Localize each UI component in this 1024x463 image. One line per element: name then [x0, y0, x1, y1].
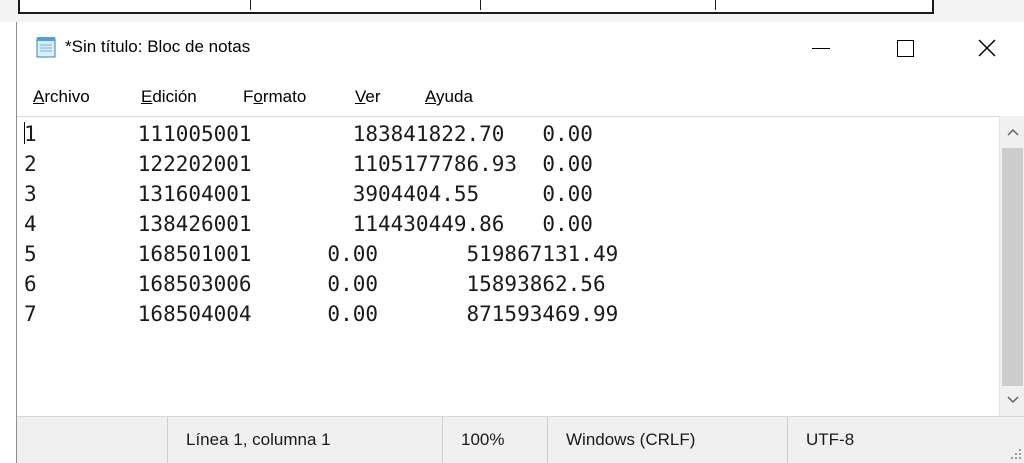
- text-line: 3 131604001 3904404.55 0.00: [24, 182, 593, 206]
- close-button[interactable]: [957, 22, 1017, 74]
- menu-archivo[interactable]: Archivo: [33, 87, 90, 107]
- maximize-icon: [896, 39, 914, 57]
- background-table-row: [18, 0, 934, 14]
- scroll-down-button[interactable]: [1000, 390, 1024, 410]
- menu-edicion[interactable]: Edición: [141, 87, 197, 107]
- background-cell-divider: [250, 0, 251, 10]
- minimize-button[interactable]: [791, 22, 851, 74]
- text-line: 7 168504004 0.00 871593469.99: [24, 302, 619, 326]
- resize-grip-icon[interactable]: [1009, 447, 1023, 461]
- status-bar: Línea 1, columna 1 100% Windows (CRLF) U…: [17, 416, 1024, 463]
- scroll-up-button[interactable]: [1000, 122, 1024, 142]
- minimize-icon: [812, 47, 830, 49]
- status-line-endings: Windows (CRLF): [547, 417, 787, 463]
- menu-formato[interactable]: Formato: [243, 87, 306, 107]
- menu-ayuda[interactable]: Ayuda: [425, 87, 473, 107]
- background-cell-divider: [480, 0, 481, 10]
- notepad-window: *Sin título: Bloc de notas Archivo Edici…: [16, 22, 1024, 463]
- window-title: *Sin título: Bloc de notas: [65, 37, 251, 56]
- text-line: 2 122202001 1105177786.93 0.00: [24, 152, 593, 176]
- text-line: 1 111005001 183841822.70 0.00: [24, 122, 593, 146]
- close-icon: [978, 39, 996, 57]
- background-cell-divider: [715, 0, 716, 10]
- menu-bar: Archivo Edición Formato Ver Ayuda: [17, 82, 1024, 112]
- background-spreadsheet: [0, 0, 1024, 22]
- status-cursor-position: Línea 1, columna 1: [167, 417, 442, 463]
- scrollbar-thumb[interactable]: [1002, 148, 1023, 386]
- title-bar[interactable]: *Sin título: Bloc de notas: [17, 22, 1024, 74]
- chevron-down-icon: [1006, 396, 1019, 404]
- chevron-up-icon: [1006, 128, 1019, 136]
- notepad-icon: [36, 37, 56, 58]
- text-editor[interactable]: 1 111005001 183841822.70 0.00 2 12220200…: [17, 116, 999, 417]
- text-line: 6 168503006 0.00 15893862.56: [24, 272, 606, 296]
- status-zoom: 100%: [442, 417, 547, 463]
- vertical-scrollbar[interactable]: [999, 116, 1024, 416]
- status-encoding: UTF-8: [787, 417, 1024, 463]
- text-line: 5 168501001 0.00 519867131.49: [24, 242, 619, 266]
- maximize-button[interactable]: [875, 22, 935, 74]
- text-line: 4 138426001 114430449.86 0.00: [24, 212, 593, 236]
- menu-ver[interactable]: Ver: [355, 87, 381, 107]
